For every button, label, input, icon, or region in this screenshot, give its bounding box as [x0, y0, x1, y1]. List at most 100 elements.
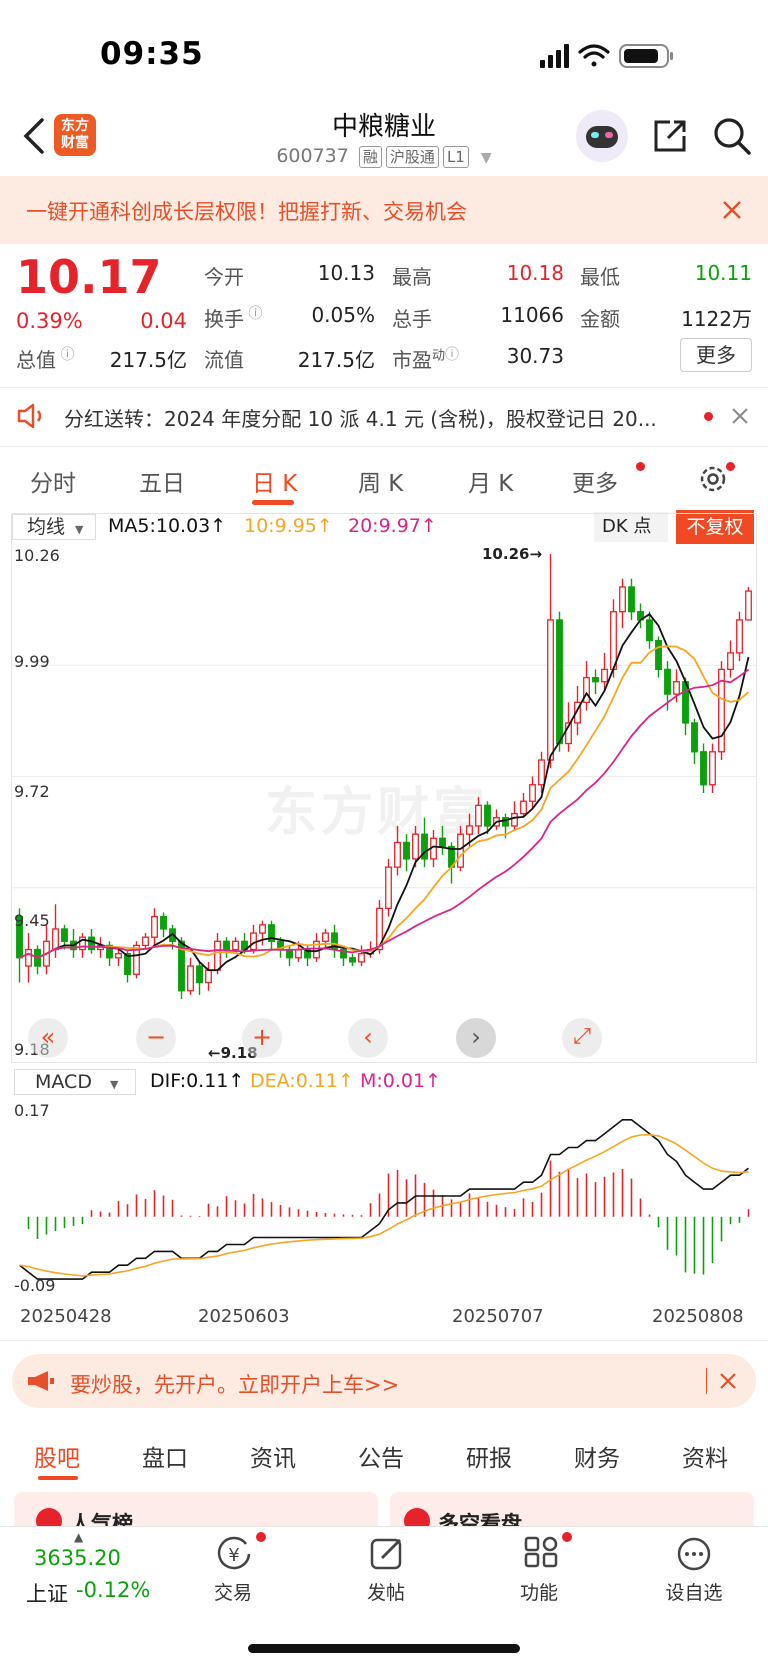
- more-quote-button[interactable]: 更多: [680, 338, 752, 372]
- candle: [322, 932, 329, 942]
- candle: [187, 965, 194, 992]
- max-label: 10.26→: [482, 545, 543, 563]
- candle: [385, 866, 392, 910]
- candle: [556, 619, 563, 745]
- candle: [601, 668, 608, 683]
- tab-announcement[interactable]: 公告: [358, 1439, 404, 1473]
- nav-post[interactable]: 发帖: [336, 1578, 436, 1605]
- low-label: 最低: [580, 265, 620, 289]
- tab-news[interactable]: 资讯: [250, 1439, 296, 1473]
- news-text: 分红送转：2024 年度分配 10 派 4.1 元 (含税)，股权登记日 20.…: [64, 407, 657, 431]
- fullscreen-button[interactable]: ⤢: [562, 1018, 602, 1058]
- tab-research[interactable]: 研报: [466, 1439, 512, 1473]
- candle: [709, 751, 716, 786]
- change-pct: 0.39%: [16, 309, 83, 333]
- stock-code: 600737: [276, 145, 349, 167]
- scroll-right-button[interactable]: ›: [456, 1018, 496, 1058]
- share-icon[interactable]: [650, 116, 690, 156]
- zoom-in-button[interactable]: +: [242, 1018, 282, 1058]
- close-banner-icon[interactable]: [720, 1373, 736, 1389]
- open-value: 10.13: [317, 261, 375, 285]
- function-icon[interactable]: [522, 1534, 562, 1574]
- candle: [295, 948, 302, 959]
- candle: [394, 841, 401, 868]
- candle: [151, 915, 158, 938]
- y-tick-2: 9.72: [14, 782, 50, 801]
- status-icons: [540, 44, 673, 68]
- dea-line: [19, 1133, 749, 1277]
- candle: [88, 936, 95, 951]
- ma10-line: [19, 645, 750, 959]
- candle: [439, 837, 446, 848]
- y-tick-0: 10.26: [14, 546, 60, 565]
- gear-icon[interactable]: [696, 462, 730, 496]
- dif-label: DIF:0.11↑: [150, 1070, 245, 1092]
- index-value[interactable]: 3635.20: [34, 1546, 121, 1570]
- candle: [691, 722, 698, 753]
- volume-label: 总手: [392, 307, 432, 331]
- index-pct[interactable]: -0.12%: [76, 1578, 150, 1602]
- macd-tick-top: 0.17: [14, 1101, 50, 1120]
- candle: [655, 639, 662, 671]
- ma5-line: [19, 613, 750, 972]
- tab-guba[interactable]: 股吧: [34, 1439, 80, 1473]
- candlestick-chart[interactable]: [11, 544, 757, 1064]
- candle: [673, 681, 680, 695]
- tab-daily-k[interactable]: 日 K: [252, 464, 297, 498]
- candle: [529, 784, 536, 802]
- zoom-out-button[interactable]: −: [136, 1018, 176, 1058]
- turnover-value: 0.05%: [311, 303, 375, 327]
- tab-profile[interactable]: 资料: [682, 1439, 728, 1473]
- close-news-icon[interactable]: [732, 408, 748, 424]
- index-name[interactable]: 上证: [26, 1578, 68, 1608]
- candle: [700, 751, 707, 786]
- candle: [457, 833, 464, 868]
- fast-rewind-button[interactable]: «: [28, 1018, 68, 1058]
- tab-weekly-k[interactable]: 周 K: [358, 464, 403, 498]
- trade-icon[interactable]: ¥: [214, 1534, 254, 1574]
- pe-value: 30.73: [506, 344, 564, 368]
- candle: [403, 841, 410, 860]
- candle: [250, 932, 257, 951]
- candle: [52, 928, 59, 951]
- tab-pankou[interactable]: 盘口: [142, 1439, 188, 1473]
- open-account-text: 要炒股，先开户。立即开户上车>>: [70, 1373, 400, 1397]
- tab-more[interactable]: 更多: [572, 464, 618, 498]
- macd-selector[interactable]: MACD ▼: [14, 1069, 136, 1095]
- float-label: 流值: [204, 348, 244, 372]
- robot-assistant-icon[interactable]: [576, 110, 628, 162]
- add-watchlist-icon[interactable]: [674, 1534, 714, 1574]
- candle: [214, 940, 221, 971]
- nav-watchlist[interactable]: 设自选: [644, 1578, 744, 1605]
- candle: [745, 590, 752, 621]
- scroll-left-button[interactable]: ‹: [348, 1018, 388, 1058]
- post-icon[interactable]: [368, 1534, 408, 1574]
- search-icon[interactable]: [712, 116, 752, 156]
- tab-intraday[interactable]: 分时: [30, 464, 76, 498]
- tab-five-day[interactable]: 五日: [139, 464, 185, 498]
- dif-line: [19, 1118, 749, 1280]
- divider: [0, 1340, 768, 1341]
- nav-trade[interactable]: 交易: [183, 1578, 283, 1605]
- close-icon[interactable]: [722, 200, 742, 220]
- macd-chart[interactable]: [11, 1100, 757, 1300]
- volume-value: 11066: [500, 303, 564, 327]
- candle: [538, 759, 545, 786]
- active-tab-indicator: [252, 500, 294, 505]
- candle: [286, 948, 293, 959]
- m-label: M:0.01↑: [360, 1070, 442, 1092]
- tab-finance[interactable]: 财务: [574, 1439, 620, 1473]
- more-dot: [636, 462, 645, 471]
- tag-connect: 沪股通: [385, 146, 439, 168]
- tag-level: L1: [442, 146, 469, 168]
- nav-function[interactable]: 功能: [489, 1578, 589, 1605]
- tab-monthly-k[interactable]: 月 K: [468, 464, 513, 498]
- active-bottom-tab-indicator: [38, 1476, 78, 1480]
- svg-text:¥: ¥: [228, 1545, 239, 1566]
- x-tick-2: 20250707: [452, 1306, 544, 1327]
- unread-dot: [704, 412, 713, 421]
- candle: [592, 676, 599, 683]
- ma20-line: [19, 668, 750, 959]
- candle: [628, 586, 635, 613]
- pe-label: 市盈动ⓘ: [392, 347, 460, 372]
